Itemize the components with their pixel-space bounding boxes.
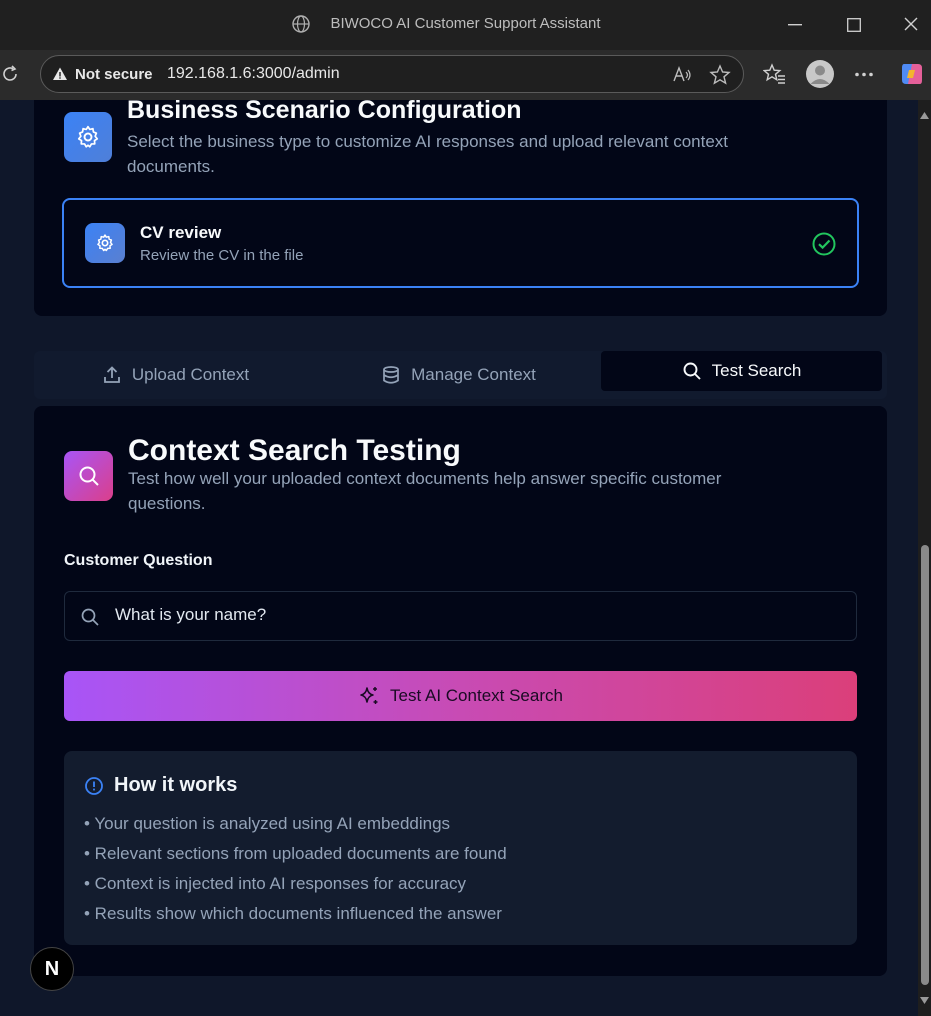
upload-icon (104, 366, 120, 383)
tab-upload-context[interactable]: Upload Context (34, 351, 317, 399)
context-tabs: Upload Context Manage Context Test Searc… (34, 351, 887, 399)
customer-question-field[interactable] (64, 591, 857, 641)
tab-manage-context[interactable]: Manage Context (317, 351, 600, 399)
business-config-subtitle-line2: documents. (127, 157, 215, 176)
warning-icon (53, 67, 67, 80)
search-testing-subtitle-line2: questions. (128, 494, 206, 513)
browser-toolbar: Not secure 192.168.1.6:3000/admin (0, 50, 931, 100)
button-label: Test AI Context Search (390, 686, 563, 705)
search-icon (683, 362, 701, 380)
search-testing-title: Context Search Testing (128, 434, 461, 467)
maximize-icon[interactable] (847, 18, 861, 32)
customer-question-input[interactable] (115, 605, 815, 625)
test-ai-context-search-button[interactable]: Test AI Context Search (64, 671, 857, 721)
search-testing-subtitle-line1: Test how well your uploaded context docu… (128, 469, 722, 488)
settings-icon (64, 112, 112, 162)
scroll-down-arrow-icon[interactable] (920, 997, 929, 1004)
close-icon[interactable] (904, 17, 918, 31)
profile-avatar-icon[interactable] (805, 59, 835, 89)
favorite-star-icon[interactable] (709, 64, 731, 86)
copilot-icon[interactable] (898, 60, 926, 88)
check-circle-icon (812, 232, 836, 256)
business-config-title: Business Scenario Configuration (127, 100, 522, 124)
url-text[interactable]: 192.168.1.6:3000/admin (167, 65, 340, 83)
page-viewport: Business Scenario Configuration Select t… (0, 100, 918, 1016)
business-config-subtitle-line1: Select the business type to customize AI… (127, 132, 729, 151)
settings-icon (85, 223, 125, 263)
how-it-works-item: • Relevant sections from uploaded docume… (84, 844, 507, 863)
business-option-cv-review[interactable]: CV review Review the CV in the file (62, 198, 859, 288)
favorites-icon[interactable] (763, 63, 787, 85)
how-it-works-panel: How it works • Your question is analyzed… (64, 751, 857, 945)
search-icon (64, 451, 113, 501)
security-label[interactable]: Not secure (75, 66, 153, 83)
sparkles-icon (360, 687, 378, 704)
minimize-icon[interactable] (788, 24, 802, 26)
option-title: CV review (140, 223, 222, 242)
window-titlebar: BIWOCO AI Customer Support Assistant (0, 0, 931, 50)
refresh-icon[interactable] (0, 64, 20, 84)
how-it-works-title: How it works (114, 774, 238, 796)
scrollbar-thumb[interactable] (921, 545, 929, 985)
tab-label: Upload Context (131, 365, 250, 384)
tab-test-search[interactable]: Test Search (601, 351, 882, 391)
search-icon (81, 608, 99, 626)
tab-label: Test Search (711, 361, 802, 380)
info-circle-icon (85, 777, 103, 795)
how-it-works-item: • Your question is analyzed using AI emb… (84, 814, 451, 833)
nextjs-dev-badge[interactable]: N (30, 947, 74, 991)
read-aloud-icon[interactable] (672, 65, 692, 85)
tab-label: Manage Context (411, 365, 536, 384)
option-description: Review the CV in the file (140, 247, 304, 264)
customer-question-label: Customer Question (64, 552, 213, 569)
how-it-works-item: • Results show which documents influence… (84, 904, 502, 923)
how-it-works-item: • Context is injected into AI responses … (84, 874, 467, 893)
address-bar[interactable]: Not secure 192.168.1.6:3000/admin (40, 55, 744, 93)
scroll-up-arrow-icon[interactable] (920, 112, 929, 119)
more-options-icon[interactable] (854, 72, 874, 77)
business-config-card: Business Scenario Configuration Select t… (34, 100, 887, 316)
database-icon (383, 366, 399, 384)
